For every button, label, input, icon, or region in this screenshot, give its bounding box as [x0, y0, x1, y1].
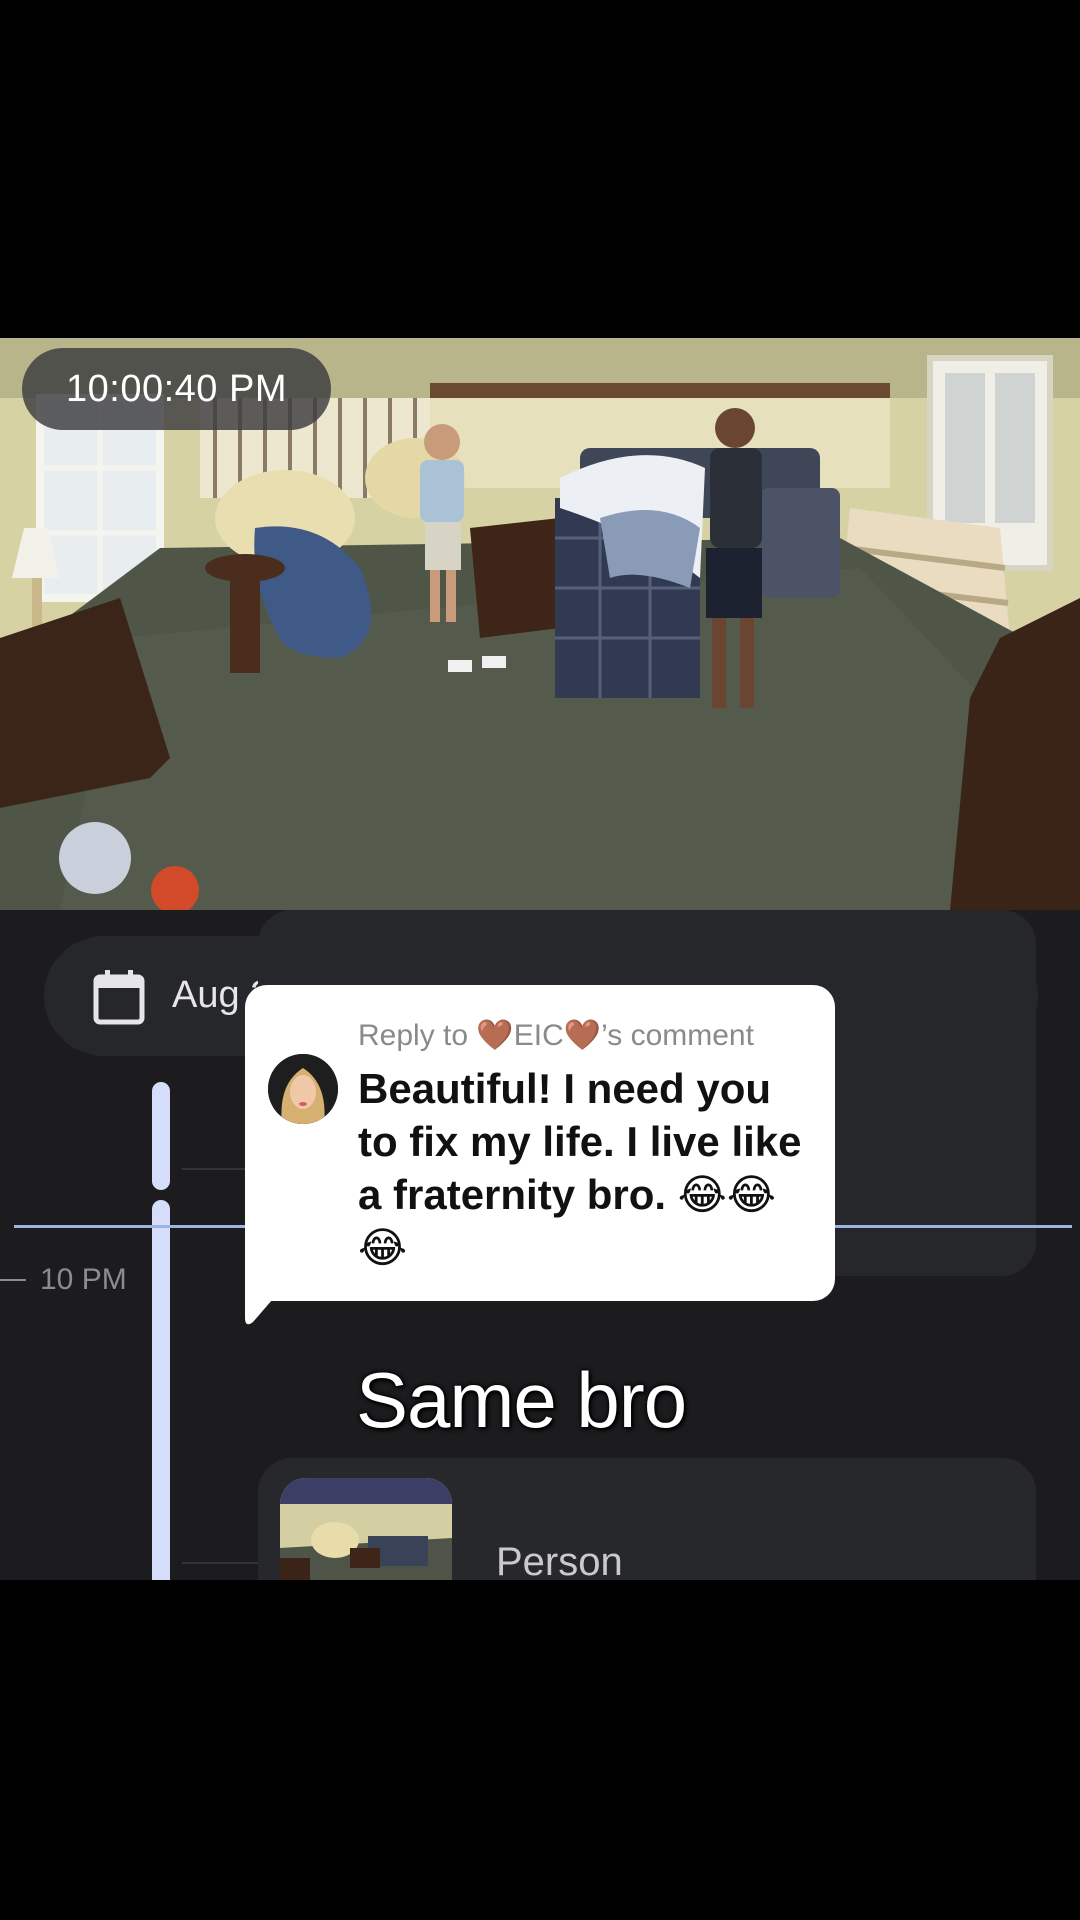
- video-caption: Same bro: [356, 1356, 687, 1444]
- heart-emoji: 🤎: [563, 1019, 602, 1052]
- calendar-icon: [93, 970, 145, 1025]
- heart-emoji: 🤎: [476, 1019, 514, 1052]
- timeline-recording-bar[interactable]: [152, 1200, 170, 1580]
- commenter-avatar[interactable]: [268, 1054, 338, 1124]
- event-type-label: Person: [496, 1540, 623, 1580]
- comment-text: Beautiful! I need you to fix my life. I …: [358, 1065, 802, 1271]
- gridline: [182, 1562, 260, 1564]
- comment-username: EIC: [513, 1019, 564, 1052]
- bubble-tail: [245, 1278, 291, 1325]
- hour-label: 10 PM: [40, 1263, 127, 1296]
- timeline-recording-bar[interactable]: [152, 1082, 170, 1190]
- reply-suffix: ’s comment: [601, 1019, 754, 1052]
- hour-tick: [0, 1279, 26, 1281]
- reply-prefix: Reply to: [358, 1019, 477, 1052]
- reply-to-label: Reply to 🤎EIC🤎’s comment: [358, 1018, 754, 1053]
- event-thumbnail[interactable]: [280, 1478, 452, 1580]
- timestamp-pill: 10:00:40 PM: [22, 348, 331, 430]
